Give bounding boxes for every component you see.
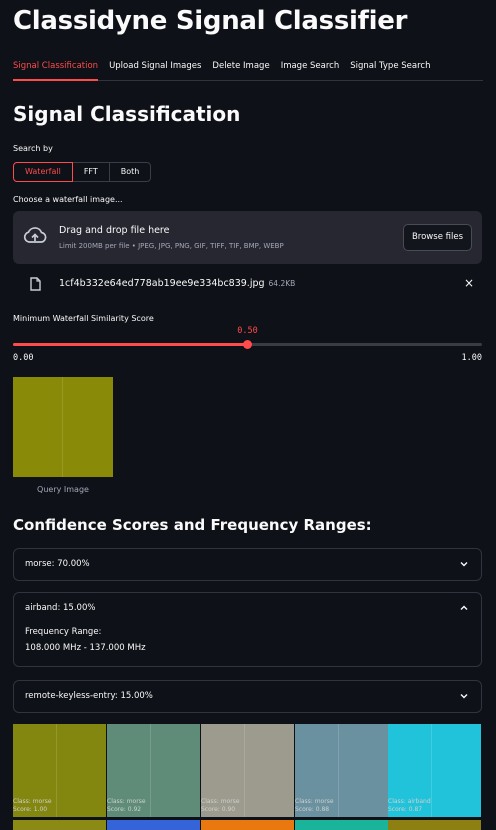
expander-header[interactable]: morse: 70.00% — [14, 549, 481, 580]
frequency-range-value: 108.000 MHz - 137.000 MHz — [25, 643, 146, 653]
result-image: Class: airband Score: 0.87 — [388, 724, 481, 817]
result-image-next-row — [388, 820, 481, 830]
result-class: Class: morse — [201, 798, 240, 805]
frequency-range-label: Frequency Range: — [25, 627, 102, 637]
slider-fill — [13, 343, 248, 346]
result-class: Class: morse — [13, 798, 52, 805]
chevron-down-icon — [460, 694, 468, 699]
result-image: Class: morse Score: 0.88 — [295, 724, 388, 817]
tab-upload-signal-images[interactable]: Upload Signal Images — [109, 56, 201, 81]
query-image — [13, 377, 113, 477]
file-dropzone[interactable]: Drag and drop file here Limit 200MB per … — [13, 211, 482, 264]
query-caption: Query Image — [37, 485, 89, 494]
result-image: Class: morse Score: 0.90 — [201, 724, 294, 817]
cloud-upload-icon — [23, 227, 47, 243]
tab-image-search[interactable]: Image Search — [281, 56, 340, 81]
tab-delete-image[interactable]: Delete Image — [212, 56, 269, 81]
uploader-label: Choose a waterfall image... — [13, 195, 123, 204]
expander-body: Frequency Range: 108.000 MHz - 137.000 M… — [14, 624, 481, 666]
file-name: 1cf4b332e64ed778ab19ee9e334bc839.jpg 64.2… — [59, 278, 295, 289]
file-size: 64.2KB — [268, 279, 296, 288]
expander-morse[interactable]: morse: 70.00% — [13, 548, 482, 581]
result-score: Score: 1.00 — [13, 806, 48, 813]
chevron-down-icon — [460, 562, 468, 567]
close-icon[interactable]: × — [464, 276, 474, 290]
results-grid: Class: morse Score: 1.00 Class: morse Scor… — [13, 724, 482, 830]
search-by-toggle: Waterfall FFT Both — [13, 162, 152, 182]
result-score: Score: 0.87 — [388, 806, 423, 813]
file-icon — [30, 277, 41, 291]
uploaded-file: 1cf4b332e64ed778ab19ee9e334bc839.jpg 64.2… — [13, 274, 482, 296]
slider-handle[interactable] — [243, 340, 252, 349]
result-image-next-row — [13, 820, 106, 830]
slider-value: 0.50 — [237, 326, 258, 336]
fft-option-button[interactable]: FFT — [71, 162, 110, 182]
result-caption: Class: morse Score: 0.90 — [201, 798, 240, 814]
file-name-text: 1cf4b332e64ed778ab19ee9e334bc839.jpg — [59, 278, 265, 289]
result-class: Class: morse — [107, 798, 146, 805]
tab-signal-type-search[interactable]: Signal Type Search — [350, 56, 430, 81]
result-score: Score: 0.88 — [295, 806, 330, 813]
page-title: Signal Classification — [13, 102, 241, 126]
result-class: Class: airband — [388, 798, 431, 805]
search-by-label: Search by — [13, 144, 53, 153]
result-caption: Class: morse Score: 0.92 — [107, 798, 146, 814]
result-class: Class: morse — [295, 798, 334, 805]
similarity-slider[interactable]: 0.50 — [13, 326, 482, 349]
result-score: Score: 0.90 — [201, 806, 236, 813]
expander-header[interactable]: remote-keyless-entry: 15.00% — [14, 681, 481, 712]
result-image-next-row — [201, 820, 294, 830]
tab-signal-classification[interactable]: Signal Classification — [13, 56, 99, 81]
app-title: Classidyne Signal Classifier — [13, 6, 408, 36]
dropzone-limits: Limit 200MB per file • JPEG, JPG, PNG, G… — [59, 242, 284, 250]
expander-remote-keyless-entry[interactable]: remote-keyless-entry: 15.00% — [13, 680, 482, 713]
result-image-next-row — [107, 820, 200, 830]
confidence-heading: Confidence Scores and Frequency Ranges: — [13, 516, 372, 534]
result-caption: Class: airband Score: 0.87 — [388, 798, 431, 814]
slider-min: 0.00 — [13, 353, 34, 363]
slider-max: 1.00 — [461, 353, 482, 363]
expander-airband[interactable]: airband: 15.00% Frequency Range: 108.000… — [13, 592, 482, 667]
result-image: Class: morse Score: 0.92 — [107, 724, 200, 817]
result-score: Score: 0.92 — [107, 806, 142, 813]
browse-files-button[interactable]: Browse files — [402, 224, 472, 251]
expander-label: airband: 15.00% — [25, 603, 96, 613]
result-caption: Class: morse Score: 0.88 — [295, 798, 334, 814]
result-image: Class: morse Score: 1.00 — [13, 724, 106, 817]
waterfall-option-button[interactable]: Waterfall — [13, 162, 73, 182]
both-option-button[interactable]: Both — [108, 162, 152, 182]
expander-header[interactable]: airband: 15.00% — [14, 593, 481, 624]
tab-bar: Signal Classification Upload Signal Imag… — [13, 56, 483, 81]
result-image-next-row — [295, 820, 388, 830]
expander-label: morse: 70.00% — [25, 559, 90, 569]
expander-label: remote-keyless-entry: 15.00% — [25, 691, 153, 701]
chevron-up-icon — [460, 605, 468, 610]
result-caption: Class: morse Score: 1.00 — [13, 798, 52, 814]
dropzone-title: Drag and drop file here — [59, 225, 170, 236]
slider-label: Minimum Waterfall Similarity Score — [13, 314, 154, 323]
